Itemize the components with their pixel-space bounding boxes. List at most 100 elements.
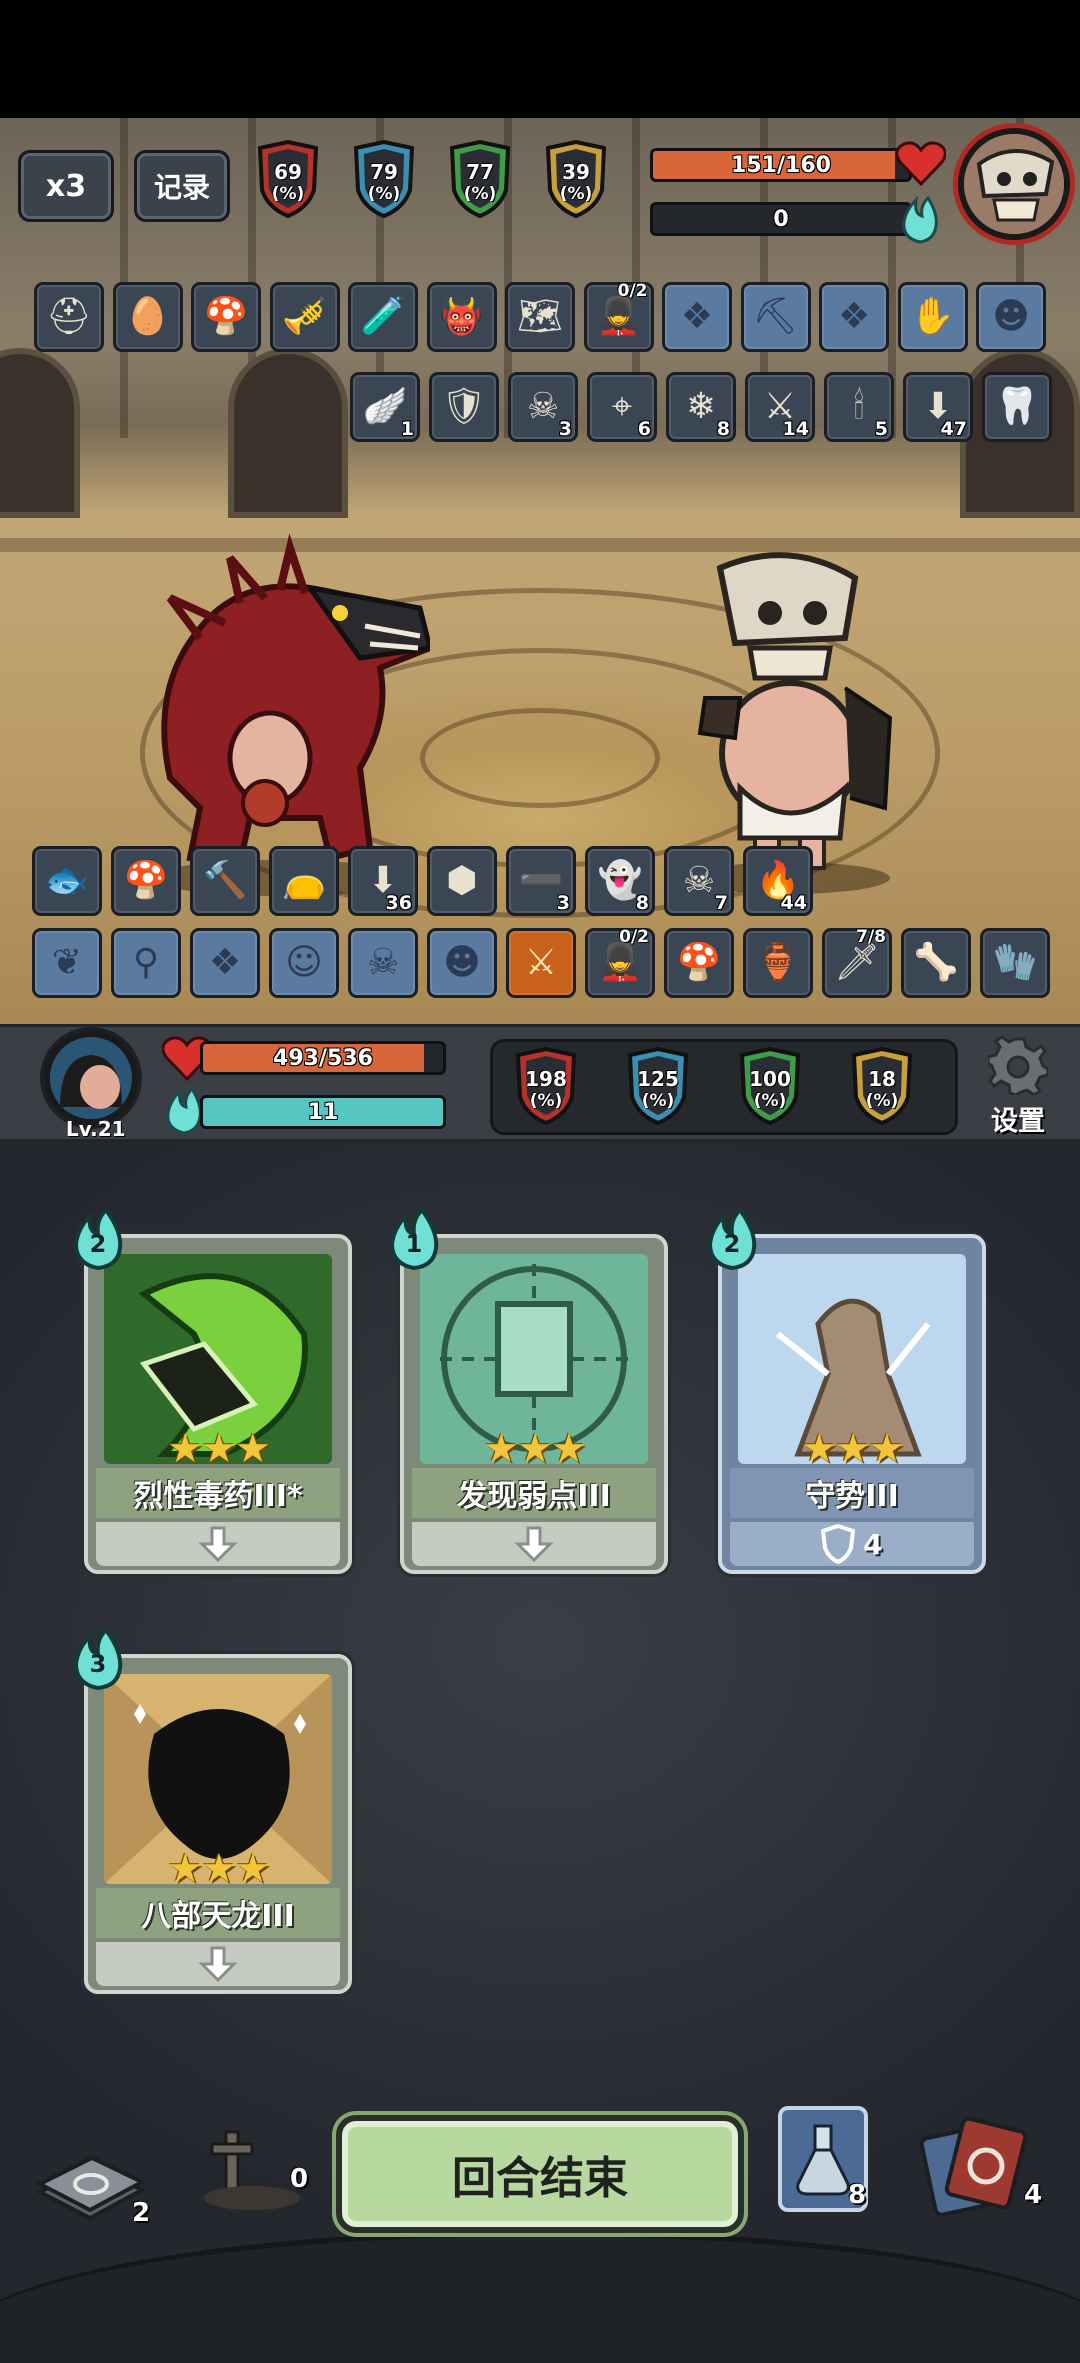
stat-attack-up[interactable]: 39 (%) — [538, 140, 614, 218]
end-turn-button[interactable]: 回合结束 — [336, 2115, 744, 2233]
mushroom-icon: 🍄 — [123, 860, 169, 901]
player-relic-mushroom-warrior[interactable]: 🍄 — [664, 928, 734, 998]
enemy-hp-bar: 151/160 — [650, 148, 912, 182]
stat-attack-down[interactable]: 69 (%) — [250, 140, 326, 218]
hand-card[interactable]: ★★★ 守势III 4 — [718, 1234, 986, 1574]
player-relic-fire-pot[interactable]: 🏺 — [743, 928, 813, 998]
card-shield-value: 4 — [863, 1527, 883, 1561]
player-energy-bar: 11 — [200, 1095, 446, 1129]
enemy-relic-bottle[interactable]: 🧪 — [348, 282, 418, 352]
enemy-status-wing[interactable]: 🪽 1 — [350, 372, 420, 442]
enemy-relic-map[interactable]: 🗺 — [505, 282, 575, 352]
stat-defense[interactable]: 100 (%) — [732, 1047, 808, 1125]
enemy-relic-locked-relic[interactable]: ☻ — [976, 282, 1046, 352]
stat-unit: (%) — [529, 1091, 563, 1111]
draw-pile-button[interactable]: 2 — [35, 2148, 166, 2238]
player-relic-gauntlet[interactable]: 🧤 — [980, 928, 1050, 998]
discard-pile-button[interactable]: 4 — [918, 2116, 1058, 2226]
mushroom-icon: 🍄 — [203, 296, 249, 337]
enemy-relic-locked-relic[interactable]: ❖ — [662, 282, 732, 352]
player-relic-bone[interactable]: 🦴 — [901, 928, 971, 998]
player-status-pouch[interactable]: 👝 — [269, 846, 339, 916]
enemy-relic-mushroom[interactable]: 🍄 — [191, 282, 261, 352]
player-status-ghost[interactable]: 👻 8 — [585, 846, 655, 916]
player-status-green-shield[interactable]: ⬢ — [427, 846, 497, 916]
enemy-status-weaken[interactable]: ⬇ 47 — [903, 372, 973, 442]
stat-attack-up[interactable]: 18 (%) — [844, 1047, 920, 1125]
enemy-portrait[interactable] — [958, 128, 1070, 240]
status-bar-area — [0, 0, 1080, 118]
stat-value: 77 — [466, 160, 494, 184]
player-status-fish[interactable]: 🐟 — [32, 846, 102, 916]
card-name: 八部天龙III — [96, 1888, 340, 1938]
enemy-relic-demon[interactable]: 👹 — [426, 282, 497, 352]
enemy-status-broken-shield[interactable]: 🛡 — [429, 372, 499, 442]
player-relic-soldier[interactable]: 💂 0/2 — [585, 928, 655, 998]
player-status-poison-skull[interactable]: ☠ 7 — [664, 846, 734, 916]
enemy-relic-helmet[interactable]: ⛑ — [34, 282, 104, 352]
enemy-status-snowflake[interactable]: ❄ 8 — [666, 372, 736, 442]
draw-pile-icon — [35, 2155, 147, 2221]
discard-pile-icon — [919, 2116, 1028, 2217]
grave-pile-button[interactable]: 0 — [192, 2112, 322, 2222]
hand-card[interactable]: ★★★ 烈性毒药III* — [84, 1234, 352, 1574]
tombstone-icon — [204, 2130, 300, 2210]
arrow-down-icon — [198, 1526, 238, 1563]
player-relic-locked-relic[interactable]: ❦ — [32, 928, 102, 998]
locked-relic-icon: ⛏ — [752, 296, 799, 337]
stat-question[interactable]: 79 (%) — [346, 140, 422, 218]
enemy-relic-locked-relic[interactable]: ❖ — [819, 282, 889, 352]
enemy-status-claw[interactable]: ⚔ 14 — [745, 372, 815, 442]
speed-button[interactable]: x3 — [18, 150, 114, 222]
card-footer — [96, 1522, 340, 1566]
enemy-status-candle[interactable]: 🕯 5 — [824, 372, 894, 442]
enemy-relic-soldier[interactable]: 💂 0/2 — [583, 282, 654, 352]
player-relic-sword[interactable]: ⚔ — [506, 928, 576, 998]
player-relic-locked-relic[interactable]: ☺ — [269, 928, 339, 998]
fish-icon: 🐟 — [44, 860, 90, 901]
enemy-status-poison-skull[interactable]: ☠ 3 — [508, 372, 578, 442]
fang-icon: 🦷 — [994, 386, 1040, 427]
player-level: Lv.21 — [66, 1117, 126, 1141]
player-status-slash[interactable]: ➖ 3 — [506, 846, 576, 916]
heart-icon — [896, 141, 946, 186]
card-stars: ★★★ — [167, 1426, 271, 1472]
player-relic-locked-relic[interactable]: ⚲ — [111, 928, 181, 998]
player-portrait[interactable] — [44, 1031, 138, 1125]
player-status-weaken[interactable]: ⬇ 36 — [348, 846, 418, 916]
stat-defense[interactable]: 77 (%) — [442, 140, 518, 218]
hand-card[interactable]: ★★★ 八部天龙III — [84, 1654, 352, 1994]
flute-icon: 🎺 — [282, 296, 327, 337]
enemy-status-target[interactable]: ⌖ 6 — [587, 372, 657, 442]
player-status-hammer[interactable]: 🔨 — [190, 846, 260, 916]
player-status-fire-figure[interactable]: 🔥 44 — [743, 846, 813, 916]
battle-log-button[interactable]: 记录 — [134, 150, 230, 222]
player-status-mushroom[interactable]: 🍄 — [111, 846, 181, 916]
arena-ring — [420, 708, 660, 808]
stat-attack-down[interactable]: 198 (%) — [508, 1047, 584, 1125]
player-relic-locked-relic[interactable]: ☻ — [427, 928, 497, 998]
enemy-status-count: 14 — [782, 418, 809, 440]
card-footer: 4 — [730, 1522, 974, 1566]
battle-arena: x3 记录 69 (%) 79 (%) 77 (%) 39 (%) 151/160 0 ⛑ 🥚 🍄… — [0, 118, 1080, 1024]
player-relic-locked-relic[interactable]: ☠ — [348, 928, 418, 998]
enemy-energy-bar: 0 — [650, 202, 912, 236]
potion-button[interactable]: 8 — [778, 2106, 874, 2218]
stat-question[interactable]: 125 (%) — [620, 1047, 696, 1125]
energy-flame-icon — [902, 195, 938, 244]
player-relic-dagger[interactable]: 🗡 7/8 — [822, 928, 892, 998]
enemy-status-count: 8 — [716, 418, 730, 440]
enemy-hp-text: 151/160 — [731, 152, 831, 178]
player-status-count: 3 — [556, 892, 570, 914]
hand-card[interactable]: ★★★ 发现弱点III — [400, 1234, 668, 1574]
snowflake-icon: ❄ — [685, 386, 717, 427]
player-relic-locked-relic[interactable]: ❖ — [190, 928, 260, 998]
settings-button[interactable]: 设置 — [976, 1035, 1060, 1137]
enemy-relic-egg[interactable]: 🥚 — [112, 282, 183, 352]
enemy-relic-locked-relic[interactable]: ⛏ — [740, 282, 811, 352]
enemy-status-fang[interactable]: 🦷 — [982, 372, 1052, 442]
locked-relic-icon: ❖ — [837, 296, 871, 337]
enemy-relic-locked-relic[interactable]: ✋ — [897, 282, 968, 352]
locked-relic-icon: ⚲ — [132, 942, 160, 983]
enemy-relic-flute[interactable]: 🎺 — [269, 282, 340, 352]
